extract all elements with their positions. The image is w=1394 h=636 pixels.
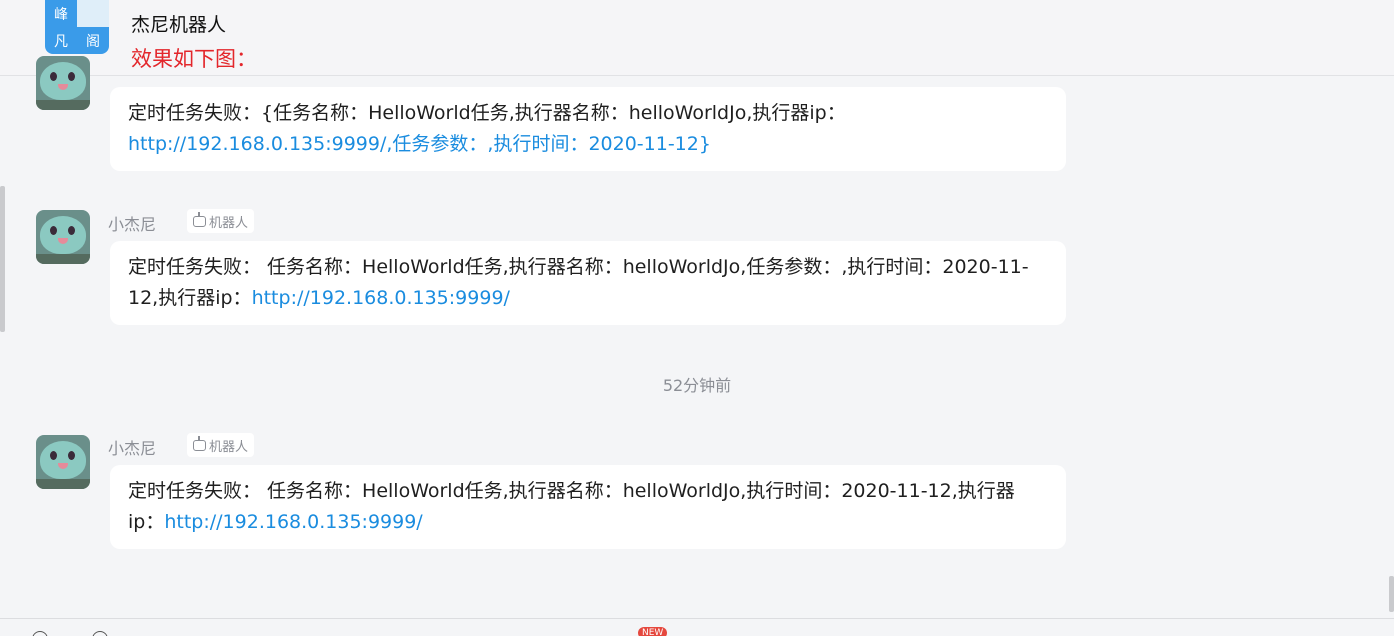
input-toolbar: NEW [0, 618, 1394, 636]
robot-badge-label: 机器人 [209, 215, 249, 231]
left-scrollbar[interactable] [0, 186, 5, 332]
effect-caption: 效果如下图： [131, 47, 257, 71]
page-header: 峰 凡 阁 杰尼机器人 效果如下图： [0, 0, 1394, 76]
robot-icon [193, 211, 206, 227]
right-scrollbar[interactable] [1389, 576, 1394, 612]
robot-badge: 机器人 [187, 209, 255, 233]
logo-figure [77, 0, 109, 27]
sender-name: 小杰尼 [108, 439, 157, 458]
message-bubble: 定时任务失败： 任务名称：HelloWorld任务,执行器名称：helloWor… [110, 241, 1066, 325]
time-divider: 52分钟前 [662, 376, 732, 395]
avatar[interactable] [36, 56, 90, 110]
message-bubble: 定时任务失败：{任务名称：HelloWorld任务,执行器名称：helloWor… [110, 87, 1066, 171]
message-link[interactable]: http://192.168.0.135:9999/ [164, 511, 422, 533]
mention-icon[interactable] [92, 631, 108, 636]
message-link[interactable]: http://192.168.0.135:9999/ [252, 287, 510, 309]
sender-name: 小杰尼 [108, 215, 157, 234]
avatar[interactable] [36, 210, 90, 264]
robot-title: 杰尼机器人 [131, 14, 227, 36]
avatar[interactable] [36, 435, 90, 489]
message-bubble: 定时任务失败： 任务名称：HelloWorld任务,执行器名称：helloWor… [110, 465, 1066, 549]
new-badge: NEW [638, 627, 668, 636]
robot-badge-label: 机器人 [209, 439, 249, 455]
robot-badge: 机器人 [187, 433, 255, 457]
message-text: 定时任务失败：{任务名称：HelloWorld任务,执行器名称：helloWor… [128, 102, 846, 124]
robot-icon [193, 435, 206, 451]
site-logo: 峰 凡 阁 [45, 0, 109, 54]
logo-char: 阁 [77, 27, 109, 54]
message-link[interactable]: http://192.168.0.135:9999/,任务参数：,执行时间：20… [128, 133, 711, 155]
emoji-icon[interactable] [32, 631, 48, 636]
logo-char: 峰 [45, 0, 77, 27]
logo-char: 凡 [45, 27, 77, 54]
